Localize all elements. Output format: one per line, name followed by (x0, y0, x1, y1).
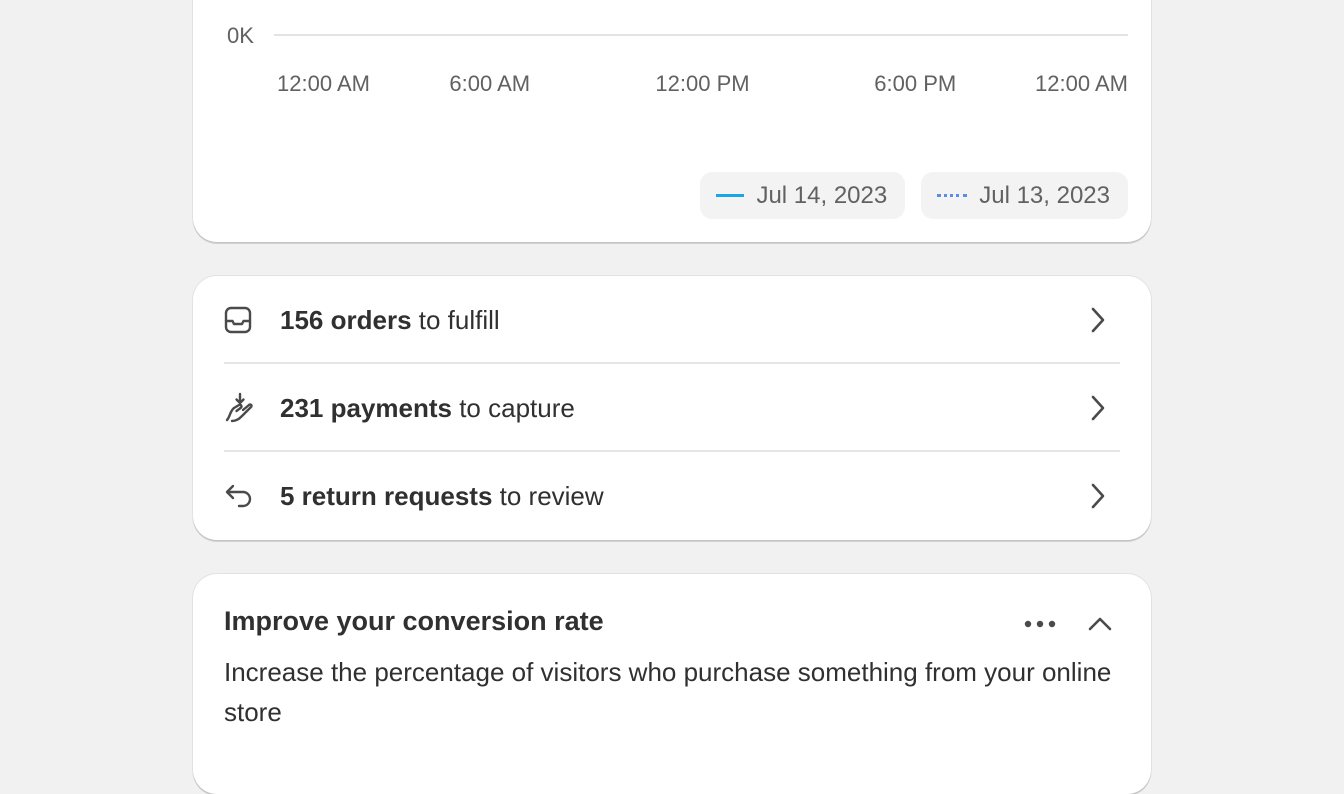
card-title: Improve your conversion rate (224, 606, 604, 636)
chevron-right-icon (1090, 482, 1106, 515)
task-label: 5 return requests to review (280, 480, 604, 511)
solid-line-swatch (716, 194, 745, 197)
inbox-icon (224, 300, 264, 340)
task-row-payments[interactable]: 231 payments to capture (224, 362, 1120, 452)
more-actions-icon[interactable] (1020, 604, 1060, 644)
hand-coin-icon (224, 388, 264, 428)
x-tick-label: 6:00 AM (449, 71, 530, 96)
legend-label: Jul 14, 2023 (756, 181, 888, 209)
x-tick-label: 12:00 AM (277, 71, 370, 96)
task-label: 231 payments to capture (280, 392, 575, 423)
y-tick-label: 0K (227, 23, 254, 48)
legend-item-current[interactable]: Jul 14, 2023 (700, 172, 906, 219)
return-arrow-icon (224, 476, 264, 516)
legend-item-comparison[interactable]: Jul 13, 2023 (921, 172, 1128, 219)
x-axis: 12:00 AM 6:00 AM 12:00 PM 6:00 PM 12:00 AM (277, 71, 1128, 96)
dotted-line-swatch (937, 194, 968, 197)
tasks-card: 156 orders to fulfill 231 payments to ca… (193, 276, 1151, 540)
x-tick-label: 6:00 PM (874, 71, 956, 96)
x-tick-label: 12:00 AM (1035, 71, 1128, 96)
conversion-card: Improve your conversion rate Increase th… (193, 574, 1151, 794)
task-row-returns[interactable]: 5 return requests to review (224, 450, 1120, 540)
chevron-right-icon (1090, 394, 1106, 427)
chevron-right-icon (1090, 306, 1106, 339)
legend-label: Jul 13, 2023 (979, 181, 1110, 209)
task-label: 156 orders to fulfill (280, 304, 500, 335)
sales-chart-card: 0K 12:00 AM 6:00 AM 12:00 PM 6:00 PM 12:00 A… (193, 0, 1151, 242)
chevron-up-icon[interactable] (1080, 604, 1120, 644)
chart-legend: Jul 14, 2023 Jul 13, 2023 (700, 172, 1128, 219)
x-tick-label: 12:00 PM (655, 71, 749, 96)
task-row-orders[interactable]: 156 orders to fulfill (224, 276, 1120, 364)
card-description: Increase the percentage of visitors who … (224, 657, 1112, 727)
sales-line-chart: 0K 12:00 AM 6:00 AM 12:00 PM 6:00 PM 12:00 A… (227, 23, 1128, 96)
